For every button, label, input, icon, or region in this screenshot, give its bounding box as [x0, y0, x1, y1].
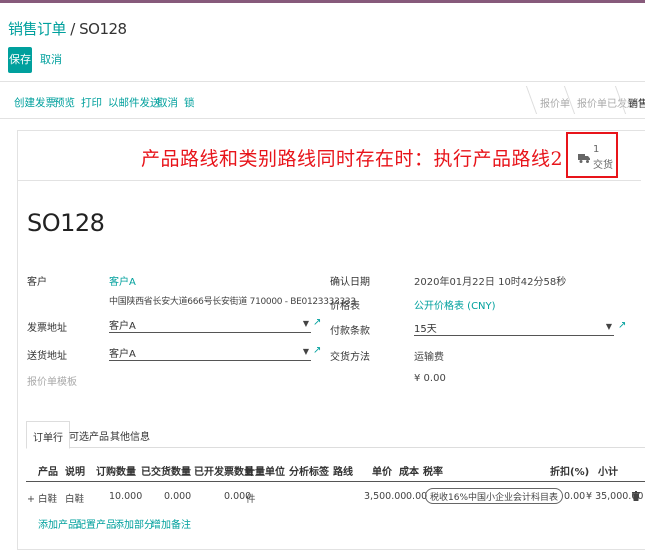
col-product[interactable]: 产品	[38, 463, 58, 478]
col-cost[interactable]: 成本	[399, 463, 419, 478]
preview-button[interactable]: 预览	[54, 95, 75, 110]
order-title: SO128	[27, 209, 105, 237]
col-subtotal[interactable]: 小计	[598, 463, 618, 478]
tab-other-info[interactable]: 其他信息	[110, 428, 150, 443]
form-header: 创建发票 预览 打印 以邮件发送 取消 锁 报价单 报价单已发送 销售订单	[0, 81, 645, 119]
lock-button[interactable]: 锁	[184, 95, 195, 110]
cell-discount: 0.00	[564, 491, 586, 502]
delivery-cost-value: ¥ 0.00	[414, 373, 446, 384]
cell-description: 白鞋	[65, 494, 85, 505]
quotation-template-label: 报价单模板	[27, 377, 77, 388]
notebook-tabs: 订单行 可选产品 其他信息	[26, 421, 645, 449]
form-sheet: 产品路线和类别路线同时存在时：执行产品路线2 1 交货 SO128 客户 客户A…	[17, 130, 645, 550]
col-ordered-qty[interactable]: 订购数量	[96, 463, 136, 478]
incoterm-value: 运输费	[414, 352, 444, 363]
delivery-smart-button[interactable]: 1 交货	[566, 132, 618, 178]
control-panel: 销售订单 / SO128 保存 取消	[0, 3, 645, 81]
save-button[interactable]: 保存	[8, 47, 32, 73]
customer-address: 中国陕西省长安大道666号长安街道 710000 - BE0123333333	[109, 297, 356, 307]
cell-unit-price: 3,500.00	[364, 491, 407, 502]
trash-icon[interactable]	[632, 491, 640, 501]
confirmation-date-value: 2020年01月22日 10时42分58秒	[414, 277, 567, 288]
chevron-down-icon: ▼	[302, 319, 309, 328]
payment-terms-label: 付款条款	[330, 326, 370, 337]
truck-icon	[578, 154, 590, 163]
delivery-address-label: 送货地址	[27, 351, 67, 362]
create-invoice-button[interactable]: 创建发票	[14, 95, 56, 110]
invoice-address-value: 客户A	[109, 321, 136, 332]
cancel-order-button[interactable]: 取消	[157, 95, 178, 110]
delivery-count: 1	[593, 144, 600, 155]
stage-quotation: 报价单	[540, 99, 570, 110]
delivery-label: 交货	[593, 160, 613, 171]
invoice-address-label: 发票地址	[27, 323, 67, 334]
table-header-divider	[26, 481, 645, 482]
external-link-icon[interactable]: ↗	[313, 317, 321, 328]
customer-link[interactable]: 客户A	[109, 273, 136, 288]
col-delivered-qty[interactable]: 已交货数量	[141, 463, 191, 478]
col-route[interactable]: 路线	[333, 463, 353, 478]
pricelist-link[interactable]: 公开价格表 (CNY)	[414, 297, 496, 312]
tab-optional-products[interactable]: 可选产品	[69, 428, 109, 443]
col-uom[interactable]: 计量单位	[245, 463, 285, 478]
tax-badge: 税收16%中国小企业会计科目表	[425, 488, 564, 504]
external-link-icon[interactable]: ↗	[313, 345, 321, 356]
payment-terms-field[interactable]: 15天 ▼	[414, 320, 614, 336]
delivery-address-value: 客户A	[109, 349, 136, 360]
add-section-link[interactable]: 添加部分	[114, 516, 154, 531]
col-unit-price[interactable]: 单价	[372, 463, 392, 478]
cell-cost: 0.00	[406, 491, 428, 502]
cell-delivered-qty: 0.000	[164, 491, 192, 502]
col-description[interactable]: 说明	[65, 463, 85, 478]
customer-label: 客户	[27, 277, 47, 288]
confirmation-date-label: 确认日期	[330, 277, 370, 288]
stage-sales-order: 销售订单	[628, 99, 645, 110]
cell-ordered-qty: 10.000	[109, 491, 143, 502]
print-button[interactable]: 打印	[81, 95, 102, 110]
incoterm-label: 交货方法	[330, 352, 370, 363]
external-link-icon[interactable]: ↗	[618, 320, 626, 331]
payment-terms-value: 15天	[414, 324, 437, 335]
send-email-button[interactable]: 以邮件发送	[108, 95, 161, 110]
delivery-address-field[interactable]: 客户A ▼	[109, 345, 311, 361]
tab-order-lines[interactable]: 订单行	[26, 421, 70, 449]
pricelist-label: 价格表	[330, 301, 360, 312]
chevron-down-icon: ▼	[302, 347, 309, 356]
breadcrumb-parent[interactable]: 销售订单	[8, 20, 67, 38]
button-box: 产品路线和类别路线同时存在时：执行产品路线2 1 交货	[18, 131, 641, 181]
cell-uom: 件	[246, 494, 256, 505]
col-analytic-tags[interactable]: 分析标签	[289, 463, 329, 478]
col-taxes[interactable]: 税率	[423, 463, 443, 478]
add-note-link[interactable]: 增加备注	[151, 516, 191, 531]
configure-product-link[interactable]: 配置产品	[76, 516, 116, 531]
chevron-down-icon: ▼	[605, 322, 612, 331]
cell-product[interactable]: + 白鞋	[27, 491, 57, 505]
discard-button[interactable]: 取消	[40, 47, 62, 73]
invoice-address-field[interactable]: 客户A ▼	[109, 317, 311, 333]
add-product-link[interactable]: 添加产品	[38, 516, 78, 531]
breadcrumb-current: SO128	[79, 20, 127, 38]
col-discount[interactable]: 折扣(%)	[550, 463, 589, 478]
breadcrumb: 销售订单 / SO128	[8, 18, 127, 39]
annotation-text: 产品路线和类别路线同时存在时：执行产品路线2	[141, 148, 564, 170]
breadcrumb-separator: /	[66, 20, 80, 38]
